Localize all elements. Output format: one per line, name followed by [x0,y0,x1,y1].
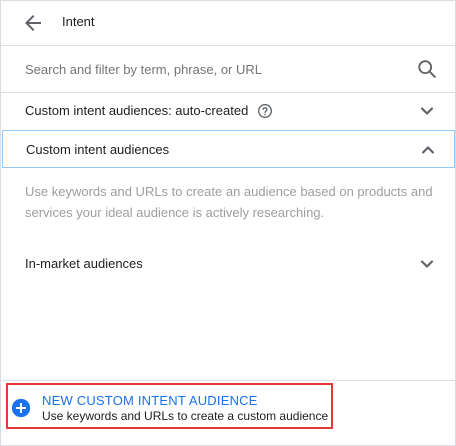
new-custom-intent-audience-button[interactable]: NEW CUSTOM INTENT AUDIENCE [42,393,258,408]
search-input[interactable] [25,59,395,79]
page-title: Intent [62,14,95,29]
chevron-up-icon[interactable] [418,140,438,160]
search-bar [1,46,455,93]
section-label: In-market audiences [25,256,143,271]
arrow-back-icon[interactable] [21,11,45,35]
panel-footer: NEW CUSTOM INTENT AUDIENCE Use keywords … [1,380,455,446]
chevron-down-icon[interactable] [417,101,437,121]
section-label: Custom intent audiences: auto-created [25,103,249,118]
section-custom-intent-auto-created[interactable]: Custom intent audiences: auto-created [1,92,455,129]
new-audience-subtitle: Use keywords and URLs to create a custom… [42,409,329,423]
search-icon[interactable] [416,58,438,80]
section-label: Custom intent audiences [26,142,170,157]
intent-panel: Intent Custom intent audiences: auto-cre… [0,0,456,446]
add-circle-icon[interactable] [11,398,31,418]
help-circle-icon[interactable] [257,103,273,119]
section-description: Use keywords and URLs to create an audie… [25,184,433,220]
section-custom-intent-audiences[interactable]: Custom intent audiences [2,130,455,168]
section-in-market-audiences[interactable]: In-market audiences [1,245,455,283]
panel-header: Intent [1,1,455,46]
chevron-down-icon[interactable] [417,254,437,274]
